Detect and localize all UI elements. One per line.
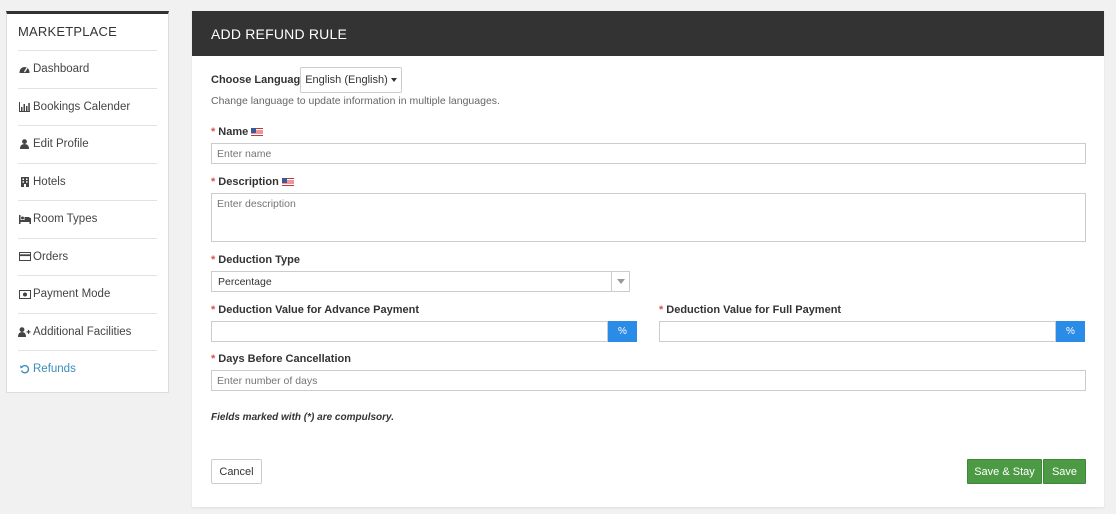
advance-deduction-label-text: Deduction Value for Advance Payment	[218, 304, 419, 316]
sidebar-menu: Dashboard Bookings Calender Edit Profile…	[7, 50, 168, 388]
sidebar-item-label: Room Types	[33, 213, 98, 226]
required-mark: *	[211, 126, 216, 138]
required-mark: *	[659, 304, 664, 316]
percent-addon: %	[1056, 321, 1085, 342]
money-icon	[18, 288, 31, 300]
required-mark: *	[211, 176, 216, 188]
sidebar-item-dashboard[interactable]: Dashboard	[18, 50, 157, 88]
bed-icon	[18, 213, 31, 225]
language-value: English (English)	[305, 74, 388, 86]
undo-icon	[18, 363, 31, 375]
sidebar-item-label: Additional Facilities	[33, 325, 132, 338]
sidebar-item-refunds[interactable]: Refunds	[18, 350, 157, 388]
sidebar-item-label: Refunds	[33, 363, 76, 376]
us-flag-icon	[251, 128, 264, 136]
select-arrow-icon	[611, 272, 629, 291]
sidebar-title: MARKETPLACE	[18, 24, 118, 39]
description-textarea[interactable]	[211, 193, 1086, 242]
full-deduction-label-text: Deduction Value for Full Payment	[666, 304, 842, 316]
advance-deduction-input[interactable]	[211, 321, 608, 342]
cancel-button[interactable]: Cancel	[211, 459, 262, 484]
credit-card-icon	[18, 251, 31, 263]
required-mark: *	[211, 254, 216, 266]
refund-rule-panel: ADD REFUND RULE Choose Language: English…	[192, 11, 1104, 507]
sidebar-item-orders[interactable]: Orders	[18, 237, 157, 276]
required-mark: *	[211, 353, 216, 365]
days-before-cancellation-input[interactable]	[211, 370, 1086, 391]
days-label-text: Days Before Cancellation	[218, 353, 351, 365]
save-and-stay-button[interactable]: Save & Stay	[967, 459, 1042, 484]
panel-title: ADD REFUND RULE	[192, 11, 1104, 56]
name-label-text: Name	[218, 126, 249, 138]
description-label: * Description	[211, 176, 294, 188]
sidebar-item-label: Bookings Calender	[33, 100, 131, 113]
sidebar-item-label: Payment Mode	[33, 288, 111, 301]
name-input[interactable]	[211, 143, 1086, 164]
user-icon	[18, 138, 31, 150]
percent-addon: %	[608, 321, 637, 342]
description-label-text: Description	[218, 176, 279, 188]
sidebar-item-label: Edit Profile	[33, 138, 89, 151]
sidebar-item-edit-profile[interactable]: Edit Profile	[18, 125, 157, 163]
us-flag-icon	[281, 178, 294, 186]
save-button[interactable]: Save	[1043, 459, 1086, 484]
compulsory-note: Fields marked with (*) are compulsory.	[211, 412, 395, 423]
deduction-type-label: * Deduction Type	[211, 254, 300, 266]
language-label: Choose Language:	[211, 74, 311, 86]
user-plus-icon	[18, 326, 31, 338]
sidebar-item-room-types[interactable]: Room Types	[18, 200, 157, 238]
deduction-type-value: Percentage	[218, 275, 272, 288]
deduction-type-label-text: Deduction Type	[218, 254, 300, 266]
language-dropdown[interactable]: English (English)	[300, 67, 402, 93]
sidebar-item-label: Hotels	[33, 175, 66, 188]
sidebar-item-label: Orders	[33, 250, 69, 263]
sidebar: MARKETPLACE Dashboard Bookings Calender …	[6, 11, 169, 393]
sidebar-item-payment-mode[interactable]: Payment Mode	[18, 275, 157, 313]
bar-chart-icon	[18, 101, 31, 113]
deduction-type-select[interactable]: Percentage	[211, 271, 630, 292]
sidebar-item-label: Dashboard	[33, 63, 90, 76]
advance-deduction-label: * Deduction Value for Advance Payment	[211, 304, 419, 316]
sidebar-item-bookings-calender[interactable]: Bookings Calender	[18, 87, 157, 126]
sidebar-item-additional-facilities[interactable]: Additional Facilities	[18, 312, 157, 351]
dashboard-icon	[18, 63, 31, 75]
building-icon	[18, 176, 31, 188]
full-deduction-label: * Deduction Value for Full Payment	[659, 304, 841, 316]
sidebar-item-hotels[interactable]: Hotels	[18, 162, 157, 201]
name-label: * Name	[211, 126, 264, 138]
required-mark: *	[211, 304, 216, 316]
caret-down-icon	[390, 78, 397, 82]
days-before-cancellation-label: * Days Before Cancellation	[211, 353, 351, 365]
language-hint: Change language to update information in…	[211, 95, 500, 107]
full-deduction-input[interactable]	[659, 321, 1056, 342]
